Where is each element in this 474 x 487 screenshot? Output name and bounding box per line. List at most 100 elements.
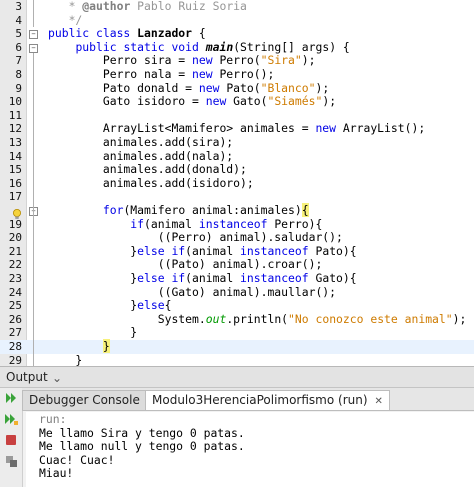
code-line[interactable]: 3 * @author Pablo Ruiz Soria [0, 0, 474, 14]
code-line[interactable]: 14 animales.add(nala); [0, 149, 474, 164]
stop-icon[interactable] [4, 433, 18, 447]
code-line[interactable]: 13 animales.add(sira); [0, 135, 474, 150]
code-text: ((Perro) animal).saludar(); [48, 230, 343, 245]
code-token: new [198, 80, 227, 95]
code-line[interactable]: 27 } [0, 326, 474, 340]
code-line[interactable]: 7 Perro sira = new Perro("Sira"); [0, 54, 474, 68]
line-number: 16 [8, 176, 22, 190]
lightbulb-hint-icon[interactable] [12, 205, 22, 219]
line-number: 14 [8, 149, 22, 163]
code-line[interactable]: 6 public static void main(String[] args)… [0, 39, 474, 55]
fold-toggle-icon[interactable]: − [29, 30, 38, 40]
code-token: "No conozco este animal" [288, 311, 453, 326]
code-line[interactable]: 28 } [0, 339, 474, 354]
line-number: 23 [8, 272, 22, 285]
code-line[interactable]: 25 }else{ [0, 298, 474, 313]
code-text: }else{ [48, 298, 171, 313]
code-token: Perro sira = [48, 53, 193, 68]
code-line[interactable]: 9 Pato donald = new Pato("Blanco"); [0, 80, 474, 96]
code-token: ); [315, 80, 330, 95]
code-line[interactable]: for(Mamifero animal:animales){ [0, 203, 474, 218]
code-token: animales.add(isidoro); [48, 175, 254, 190]
code-line[interactable]: 15 animales.add(donald); [0, 162, 474, 177]
line-number: 12 [8, 122, 22, 136]
code-text: * @author Pablo Ruiz Soria [48, 0, 247, 14]
code-token: ((Gato) animal).maullar(); [48, 284, 337, 299]
code-line[interactable]: 23 }else if(animal instanceof Gato){ [0, 271, 474, 286]
console-output[interactable]: run: Me llamo Sira y tengo 0 patas. Me lla… [26, 412, 474, 487]
code-token: (String[] args) { [233, 39, 350, 54]
code-token: Pato( [226, 80, 261, 95]
line-number: 9 [15, 81, 22, 95]
line-number: 17 [8, 190, 22, 204]
fold-toggle-icon[interactable]: − [29, 43, 38, 53]
line-number: 25 [8, 299, 22, 313]
code-token: instanceof [240, 243, 309, 258]
line-number: 13 [8, 136, 22, 149]
code-line[interactable]: 11 [0, 109, 474, 123]
fold-guide [33, 52, 34, 366]
tab-run-output[interactable]: Modulo3HerenciaPolimorfismo (run) ✕ [145, 390, 390, 410]
code-token: Perro nala = [48, 67, 193, 81]
settings-icon[interactable] [4, 454, 18, 468]
code-token: instanceof [198, 216, 268, 231]
code-line[interactable]: 10 Gato isidoro = new Gato("Siamés"); [0, 94, 474, 109]
code-line[interactable]: 26 System.out.println("No conozco este a… [0, 311, 474, 327]
code-token: } [48, 298, 138, 313]
code-token: if [130, 216, 145, 231]
code-line[interactable]: 29 } [0, 353, 474, 366]
code-token: new [192, 53, 220, 68]
line-number: 21 [8, 244, 22, 258]
code-text: Perro nala = new Perro(); [48, 67, 274, 82]
code-token: ArrayList(); [342, 121, 426, 136]
output-title: Output [6, 370, 48, 384]
code-token: "Sira" [260, 53, 302, 68]
code-token: (animal [185, 271, 241, 285]
code-token: animales.add(donald); [48, 162, 247, 177]
code-line[interactable]: 19 if(animal instanceof Perro){ [0, 216, 474, 232]
line-number: 6 [15, 40, 22, 54]
code-line[interactable]: 17 [0, 190, 474, 204]
output-titlebar[interactable]: Output ⌄ [0, 367, 474, 388]
code-token: public static void [75, 39, 206, 54]
line-number: 15 [8, 163, 22, 177]
line-number: 7 [15, 54, 22, 68]
code-line[interactable]: 4 */ [0, 13, 474, 28]
code-token: System. [48, 311, 206, 326]
code-text: } [48, 353, 82, 366]
code-text: ((Gato) animal).maullar(); [48, 284, 337, 300]
matched-brace: } [102, 339, 110, 353]
code-token: Pablo Ruiz Soria [130, 0, 247, 13]
code-line[interactable]: 21 }else if(animal instanceof Pato){ [0, 243, 474, 259]
rerun-icon[interactable] [4, 391, 18, 405]
code-line[interactable]: 20 ((Perro) animal).saludar(); [0, 230, 474, 245]
code-line[interactable]: 24 ((Gato) animal).maullar(); [0, 284, 474, 300]
close-icon[interactable]: ✕ [375, 396, 383, 407]
code-line[interactable]: 8 Perro nala = new Perro(); [0, 67, 474, 82]
tab-debugger-console[interactable]: Debugger Console [22, 390, 147, 410]
code-line[interactable]: 5 public class Lanzador { [0, 26, 474, 41]
line-number: 4 [15, 13, 22, 27]
minimize-icon[interactable]: ⌄ [52, 371, 62, 385]
matched-brace: { [301, 203, 309, 217]
code-editor[interactable]: 3 * @author Pablo Ruiz Soria 4 */5 public … [0, 0, 474, 366]
code-token: new [315, 121, 343, 136]
code-line[interactable]: 12 ArrayList<Mamifero> animales = new Ar… [0, 122, 474, 136]
console-line: run: [39, 412, 67, 426]
code-text: System.out.println("No conozco este anim… [48, 311, 467, 327]
rerun-different-icon[interactable] [4, 412, 18, 426]
code-token: @author [82, 0, 131, 13]
code-token: "Blanco" [260, 80, 316, 95]
code-token: (Mamifero animal:animales) [123, 203, 302, 217]
code-token: { [192, 26, 206, 41]
console-line: Miau! [39, 466, 74, 481]
code-token: } [48, 271, 138, 285]
code-text: Perro sira = new Perro("Sira"); [48, 53, 316, 68]
code-token: main [205, 39, 234, 54]
code-line[interactable]: 22 ((Pato) animal).croar(); [0, 258, 474, 272]
code-line[interactable]: 16 animales.add(isidoro); [0, 175, 474, 191]
line-number: 27 [8, 326, 22, 340]
code-text: } [48, 339, 110, 354]
output-panel: Output ⌄ Debugger Console Modulo3Herenci… [0, 366, 474, 487]
